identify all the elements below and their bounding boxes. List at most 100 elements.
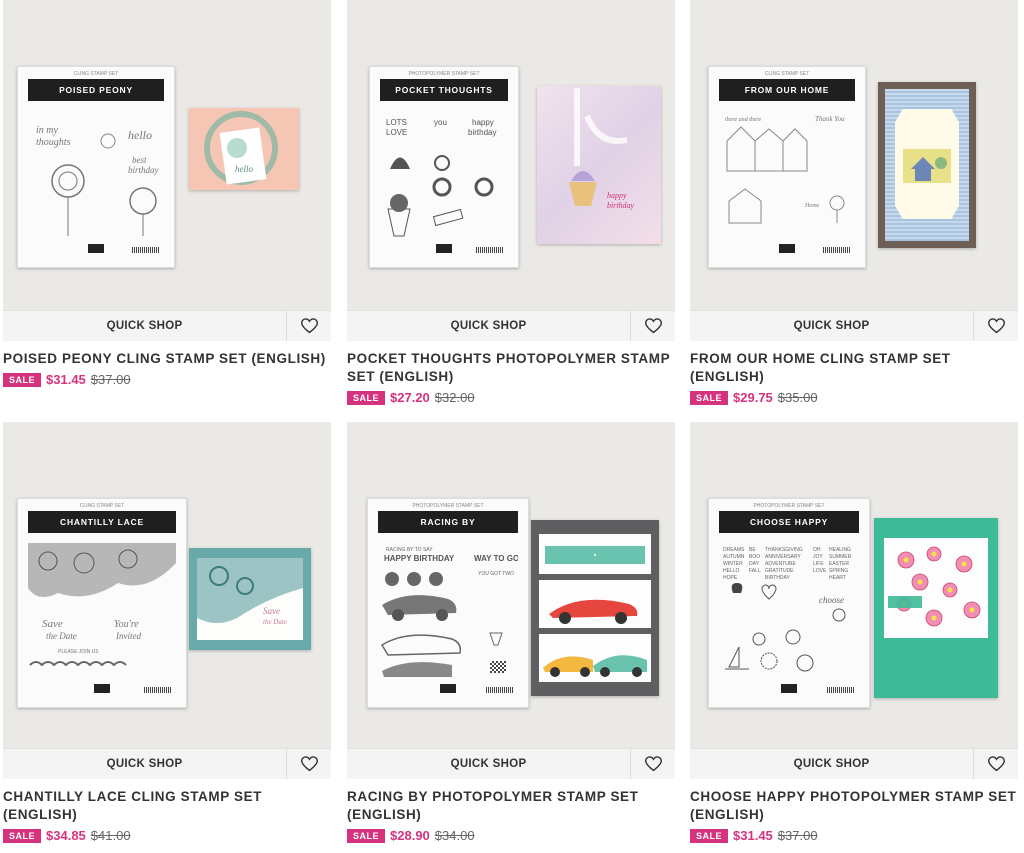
original-price: $37.00 (777, 828, 818, 843)
svg-text:the Date: the Date (263, 618, 287, 626)
product-card: CLING STAMP SET POISED PEONY in my thoug… (3, 0, 331, 387)
quick-shop-bar: QUICK SHOP (3, 748, 331, 779)
barcode (486, 687, 514, 693)
svg-text:thoughts: thoughts (36, 137, 71, 148)
heart-icon[interactable] (287, 311, 331, 341)
price-row: SALE $34.85 $41.00 (3, 828, 331, 843)
product-card: PHOTOPOLYMER STAMP SET CHOOSE HAPPY DREA… (690, 422, 1018, 843)
svg-text:Save: Save (42, 618, 63, 630)
product-card: CLING STAMP SET CHANTILLY LACE Save the … (3, 422, 331, 843)
svg-text:ANNIVERSARY: ANNIVERSARY (765, 554, 801, 560)
svg-text:birthday: birthday (468, 128, 496, 137)
package-label: FROM OUR HOME (719, 79, 855, 101)
sample-card: hello (189, 108, 299, 190)
svg-text:PLEASE JOIN US: PLEASE JOIN US (58, 649, 99, 655)
original-price: $41.00 (90, 828, 131, 843)
svg-text:HELLO: HELLO (723, 568, 740, 574)
sale-price: $27.20 (390, 390, 430, 405)
stamp-art: LOTS LOVE you happy birthday (386, 118, 496, 237)
heart-icon[interactable] (631, 749, 675, 779)
product-title[interactable]: FROM OUR HOME CLING STAMP SET (ENGLISH) (690, 350, 1018, 386)
svg-text:LOTS: LOTS (386, 118, 407, 127)
sample-card: happy birthday (537, 86, 661, 244)
svg-text:YOU GOT TWO: YOU GOT TWO (478, 571, 514, 577)
barcode (827, 687, 855, 693)
sale-badge: SALE (347, 390, 386, 405)
barcode (132, 247, 160, 253)
product-title[interactable]: POCKET THOUGHTS PHOTOPOLYMER STAMP SET (… (347, 350, 675, 386)
product-image[interactable]: CLING STAMP SET POISED PEONY in my thoug… (3, 0, 331, 310)
price-row: SALE $31.45 $37.00 (3, 372, 331, 387)
heart-icon[interactable] (287, 749, 331, 779)
package-label: POCKET THOUGHTS (380, 79, 508, 101)
stamp-art: DREAMSAUTUMNWINTERHELLOHOPE BEBOODAYFALL… (723, 547, 852, 672)
quick-shop-bar: QUICK SHOP (690, 310, 1018, 341)
stamp-package: PHOTOPOLYMER STAMP SET CHOOSE HAPPY DREA… (708, 498, 870, 708)
stamp-art: in my thoughts hello best birthday (36, 125, 159, 236)
package-label: RACING BY (378, 511, 518, 533)
sale-badge: SALE (3, 828, 42, 843)
product-title[interactable]: CHOOSE HAPPY PHOTOPOLYMER STAMP SET (ENG… (690, 788, 1018, 824)
product-image[interactable]: CLING STAMP SET FROM OUR HOME there and … (690, 0, 1018, 310)
svg-text:FALL: FALL (749, 568, 761, 574)
svg-text:hello: hello (235, 164, 253, 174)
svg-text:birthday: birthday (607, 201, 635, 210)
product-image[interactable]: CLING STAMP SET CHANTILLY LACE Save the … (3, 422, 331, 748)
svg-text:HEART: HEART (829, 575, 846, 581)
svg-text:BOO: BOO (749, 554, 760, 560)
package-subtitle: CLING STAMP SET (764, 71, 810, 77)
svg-text:choose: choose (819, 595, 844, 605)
quick-shop-button[interactable]: QUICK SHOP (690, 311, 974, 341)
sale-price: $31.45 (46, 372, 86, 387)
stamp-art: Save the Date You're Invited PLEASE JOIN… (28, 543, 176, 667)
package-label: CHOOSE HAPPY (719, 511, 859, 533)
original-price: $37.00 (90, 372, 131, 387)
quick-shop-bar: QUICK SHOP (690, 748, 1018, 779)
svg-text:LOVE: LOVE (386, 128, 407, 137)
svg-text:birthday: birthday (128, 165, 159, 175)
brand-logo (440, 684, 456, 693)
product-image[interactable]: PHOTOPOLYMER STAMP SET CHOOSE HAPPY DREA… (690, 422, 1018, 748)
svg-text:happy: happy (607, 191, 627, 200)
package-subtitle: CLING STAMP SET (73, 71, 119, 77)
quick-shop-button[interactable]: QUICK SHOP (690, 749, 974, 779)
product-image[interactable]: PHOTOPOLYMER STAMP SET RACING BY RACING … (347, 422, 675, 748)
product-card: CLING STAMP SET FROM OUR HOME there and … (690, 0, 1018, 405)
product-title[interactable]: RACING BY PHOTOPOLYMER STAMP SET (ENGLIS… (347, 788, 675, 824)
barcode (823, 247, 851, 253)
svg-text:you: you (434, 118, 447, 127)
svg-text:WAY TO GO!: WAY TO GO! (474, 554, 518, 563)
svg-text:Thank You: Thank You (815, 115, 845, 123)
stamp-package: CLING STAMP SET FROM OUR HOME there and … (708, 66, 866, 268)
quick-shop-button[interactable]: QUICK SHOP (347, 749, 631, 779)
sample-card (874, 518, 998, 698)
price-row: SALE $29.75 $35.00 (690, 390, 1018, 405)
sample-card: Save the Date (189, 548, 311, 650)
stamp-package: PHOTOPOLYMER STAMP SET POCKET THOUGHTS L… (369, 66, 519, 268)
svg-text:JOY: JOY (813, 554, 823, 560)
stamp-package: CLING STAMP SET CHANTILLY LACE Save the … (17, 498, 187, 708)
svg-text:DAY: DAY (749, 561, 760, 567)
heart-icon[interactable] (974, 749, 1018, 779)
quick-shop-button[interactable]: QUICK SHOP (3, 749, 287, 779)
svg-text:HEALING: HEALING (829, 547, 851, 553)
package-subtitle: CLING STAMP SET (79, 503, 125, 509)
quick-shop-bar: QUICK SHOP (347, 310, 675, 341)
product-title[interactable]: POISED PEONY CLING STAMP SET (ENGLISH) (3, 350, 331, 368)
quick-shop-bar: QUICK SHOP (3, 310, 331, 341)
sale-badge: SALE (3, 372, 42, 387)
svg-text:hello: hello (128, 128, 152, 142)
package-subtitle: PHOTOPOLYMER STAMP SET (408, 71, 480, 77)
quick-shop-button[interactable]: QUICK SHOP (3, 311, 287, 341)
product-title[interactable]: CHANTILLY LACE CLING STAMP SET (ENGLISH) (3, 788, 331, 824)
heart-icon[interactable] (631, 311, 675, 341)
heart-icon[interactable] (974, 311, 1018, 341)
svg-text:best: best (132, 155, 147, 165)
product-image[interactable]: PHOTOPOLYMER STAMP SET POCKET THOUGHTS L… (347, 0, 675, 310)
brand-logo (779, 244, 795, 253)
quick-shop-button[interactable]: QUICK SHOP (347, 311, 631, 341)
sale-badge: SALE (690, 390, 729, 405)
barcode (476, 247, 504, 253)
framed-sample (878, 82, 976, 248)
product-card: PHOTOPOLYMER STAMP SET POCKET THOUGHTS L… (347, 0, 675, 405)
